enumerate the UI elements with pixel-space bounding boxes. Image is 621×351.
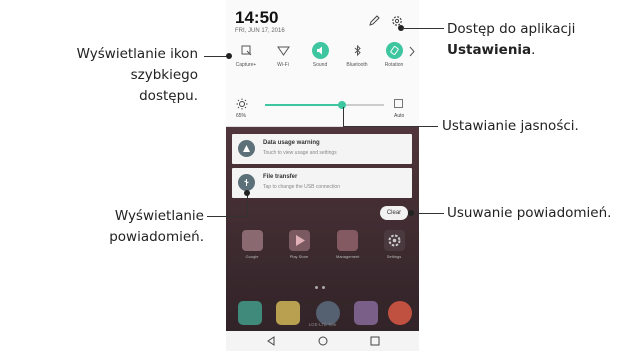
app-label: Google xyxy=(245,254,259,259)
quick-setting-label: Bluetooth xyxy=(346,62,368,68)
callout-clear: Usuwanie powiadomień. xyxy=(447,205,612,221)
capture-plus-icon xyxy=(238,42,255,59)
callout-settings-period: . xyxy=(531,42,536,58)
usb-icon xyxy=(238,174,255,191)
callout-leader-line xyxy=(247,193,248,217)
callout-settings-line2: Ustawienia. xyxy=(447,40,575,61)
brightness-sun-icon xyxy=(236,98,248,110)
callout-settings-line1: Dostęp do aplikacji xyxy=(447,21,576,37)
quick-setting-sound[interactable]: Sound xyxy=(304,42,336,68)
app-settings[interactable]: Settings xyxy=(383,230,405,259)
auto-brightness-label: Auto xyxy=(394,113,405,119)
status-date: FRI, JUN 17, 2016 xyxy=(235,28,285,34)
app-label: Settings xyxy=(386,254,402,259)
callout-quick-access-line1: Wyświetlanie ikon szybkiego xyxy=(76,46,198,83)
brightness-slider-fill xyxy=(265,104,343,106)
recent-apps-icon[interactable] xyxy=(368,334,382,348)
quick-setting-wifi[interactable]: Wi-Fi xyxy=(267,42,299,68)
status-time: 14:50 xyxy=(235,8,279,27)
management-folder-icon xyxy=(336,230,358,251)
quick-setting-bluetooth[interactable]: Bluetooth xyxy=(341,42,373,68)
callout-quick-access-line2: dostępu. xyxy=(139,88,198,104)
brightness-percent: 65% xyxy=(236,113,247,119)
notification-subtitle: Touch to view usage and settings xyxy=(263,150,337,156)
settings-gear-icon xyxy=(383,230,405,251)
quick-settings-row: Capture+ Wi-Fi Sound Bluetooth Rotation xyxy=(230,42,416,72)
callout-pointer-dot xyxy=(408,210,414,216)
quick-settings-panel: 14:50 FRI, JUN 17, 2016 Capture+ Wi-Fi S… xyxy=(226,0,419,127)
callout-quick-access: Wyświetlanie ikon szybkiego dostępu. xyxy=(6,44,198,107)
google-folder-icon xyxy=(241,230,263,251)
edit-pencil-icon[interactable] xyxy=(367,14,381,28)
callout-settings-app-name: Ustawienia xyxy=(447,42,532,58)
app-play-store[interactable]: Play Store xyxy=(288,230,310,259)
chevron-right-icon[interactable] xyxy=(408,46,416,57)
app-google-folder[interactable]: Google xyxy=(241,230,263,259)
notification-file-transfer[interactable]: File transfer Tap to change the USB conn… xyxy=(232,168,412,198)
callout-leader-line xyxy=(411,213,444,214)
app-management-folder[interactable]: Management xyxy=(336,230,360,259)
callout-brightness: Ustawianie jasności. xyxy=(442,118,579,134)
app-label: Management xyxy=(336,254,360,259)
wifi-icon xyxy=(275,42,292,59)
callout-leader-line xyxy=(401,28,444,29)
callout-leader-line xyxy=(204,56,227,57)
bluetooth-icon xyxy=(349,42,366,59)
callout-leader-line xyxy=(343,107,344,127)
warning-icon xyxy=(238,140,255,157)
notification-data-usage[interactable]: Data usage warning Touch to view usage a… xyxy=(232,134,412,164)
brightness-control: 65% Auto xyxy=(226,95,419,123)
quick-setting-label: Rotation xyxy=(384,62,404,68)
sound-icon xyxy=(311,42,329,59)
notification-title: File transfer xyxy=(263,174,298,180)
back-icon[interactable] xyxy=(264,334,278,348)
callout-notifications-line1: Wyświetlanie xyxy=(114,208,204,224)
notification-title: Data usage warning xyxy=(263,140,320,146)
home-icon[interactable] xyxy=(316,334,330,348)
app-label: Play Store xyxy=(289,254,309,259)
quick-setting-rotation[interactable]: Rotation xyxy=(378,42,410,68)
navigation-bar xyxy=(226,331,419,351)
quick-setting-capture-plus[interactable]: Capture+ xyxy=(230,42,262,68)
clear-notifications-button[interactable]: Clear xyxy=(380,206,408,220)
callout-settings-access: Dostęp do aplikacji Ustawienia. xyxy=(447,19,575,61)
rotation-icon xyxy=(385,42,403,59)
quick-setting-label: Sound xyxy=(312,62,328,68)
phone-screen: 14:50 FRI, JUN 17, 2016 Capture+ Wi-Fi S… xyxy=(226,0,419,351)
quick-setting-label: Wi-Fi xyxy=(277,62,289,68)
play-store-icon xyxy=(288,230,310,251)
notification-subtitle: Tap to change the USB connection xyxy=(263,184,340,190)
page-indicator xyxy=(315,286,335,290)
callout-leader-line xyxy=(343,126,438,127)
brightness-slider[interactable] xyxy=(265,101,384,109)
auto-brightness-checkbox[interactable] xyxy=(394,99,403,108)
callout-notifications-line2: powiadomień. xyxy=(109,229,204,245)
callout-leader-line xyxy=(207,216,247,217)
callout-pointer-dot xyxy=(244,190,250,196)
callout-notifications: Wyświetlanie powiadomień. xyxy=(84,206,204,248)
carrier-text: LGE-LTE Tele xyxy=(308,322,337,327)
quick-setting-label: Capture+ xyxy=(235,62,257,68)
callout-pointer-dot xyxy=(226,53,232,59)
